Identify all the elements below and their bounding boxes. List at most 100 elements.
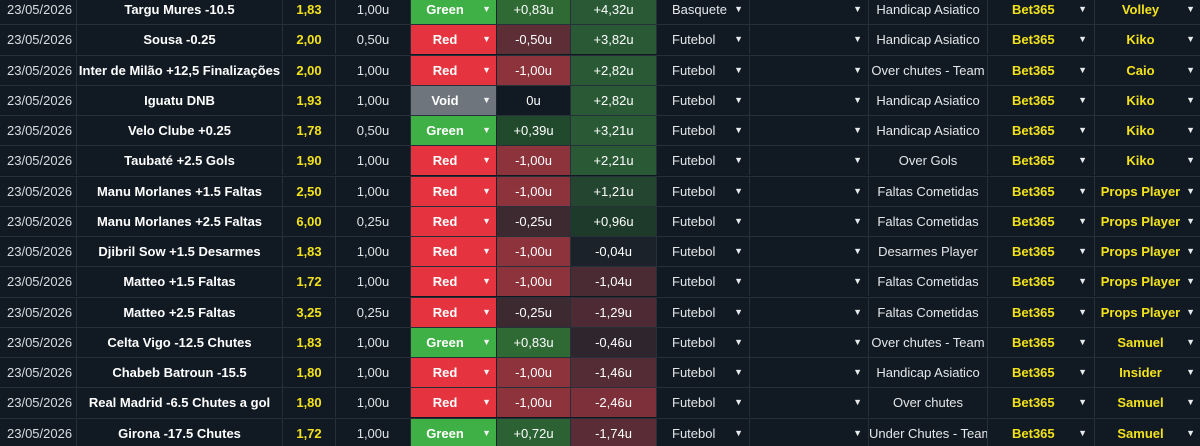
odds-cell[interactable]: 1,83 <box>283 0 336 24</box>
stake-cell[interactable]: 0,25u <box>336 206 411 236</box>
stake-cell[interactable]: 1,00u <box>336 327 411 357</box>
bookmaker-dropdown[interactable]: Bet365 ▼ <box>988 116 1095 145</box>
chevron-down-icon[interactable]: ▼ <box>1186 419 1195 446</box>
chevron-down-icon[interactable]: ▼ <box>482 328 491 357</box>
date-cell[interactable]: 23/05/2026 <box>0 267 77 297</box>
market-cell[interactable]: Under Chutes - Team <box>869 418 988 446</box>
odds-cell[interactable]: 2,00 <box>283 55 336 85</box>
tipster-dropdown[interactable]: Props Player ▼ <box>1095 177 1200 206</box>
chevron-down-icon[interactable]: ▼ <box>853 0 862 24</box>
bookmaker-dropdown[interactable]: Bet365 ▼ <box>988 146 1095 176</box>
tipster-dropdown[interactable]: Samuel ▼ <box>1095 328 1200 357</box>
bookmaker-dropdown[interactable]: Bet365 ▼ <box>988 388 1095 418</box>
tipster-dropdown[interactable]: Kiko ▼ <box>1095 116 1200 145</box>
chevron-down-icon[interactable]: ▼ <box>482 267 491 296</box>
stake-cell[interactable]: 0,50u <box>336 116 411 145</box>
chevron-down-icon[interactable]: ▼ <box>853 267 862 296</box>
chevron-down-icon[interactable]: ▼ <box>482 237 491 266</box>
tipster-dropdown[interactable]: Kiko ▼ <box>1095 25 1200 54</box>
event-cell[interactable]: Targu Mures -10.5 <box>77 0 283 24</box>
chevron-down-icon[interactable]: ▼ <box>734 328 743 357</box>
chevron-down-icon[interactable]: ▼ <box>1078 56 1087 85</box>
sport-dropdown[interactable]: Futebol ▼ <box>657 237 750 266</box>
sport-dropdown[interactable]: Futebol ▼ <box>657 206 750 236</box>
blank-dropdown[interactable]: ▼ <box>750 388 869 418</box>
result-dropdown[interactable]: Red ▼ <box>411 358 497 387</box>
odds-cell[interactable]: 1,80 <box>283 388 336 418</box>
blank-dropdown[interactable]: ▼ <box>750 146 869 176</box>
bookmaker-dropdown[interactable]: Bet365 ▼ <box>988 358 1095 387</box>
chevron-down-icon[interactable]: ▼ <box>482 86 491 115</box>
chevron-down-icon[interactable]: ▼ <box>1186 207 1195 236</box>
stake-cell[interactable]: 1,00u <box>336 55 411 85</box>
sport-dropdown[interactable]: Futebol ▼ <box>657 358 750 387</box>
event-cell[interactable]: Manu Morlanes +2.5 Faltas <box>77 206 283 236</box>
chevron-down-icon[interactable]: ▼ <box>1186 388 1195 417</box>
market-cell[interactable]: Over chutes - Team <box>869 55 988 85</box>
market-cell[interactable]: Handicap Asiatico <box>869 358 988 387</box>
chevron-down-icon[interactable]: ▼ <box>734 207 743 236</box>
event-cell[interactable]: Chabeb Batroun -15.5 <box>77 358 283 387</box>
date-cell[interactable]: 23/05/2026 <box>0 55 77 85</box>
chevron-down-icon[interactable]: ▼ <box>734 56 743 85</box>
chevron-down-icon[interactable]: ▼ <box>482 25 491 54</box>
market-cell[interactable]: Faltas Cometidas <box>869 176 988 206</box>
stake-cell[interactable]: 1,00u <box>336 358 411 387</box>
chevron-down-icon[interactable]: ▼ <box>734 237 743 266</box>
result-dropdown[interactable]: Green ▼ <box>411 418 497 446</box>
chevron-down-icon[interactable]: ▼ <box>853 419 862 446</box>
bookmaker-dropdown[interactable]: Bet365 ▼ <box>988 297 1095 327</box>
market-cell[interactable]: Faltas Cometidas <box>869 267 988 297</box>
blank-dropdown[interactable]: ▼ <box>750 0 869 24</box>
date-cell[interactable]: 23/05/2026 <box>0 237 77 266</box>
event-cell[interactable]: Manu Morlanes +1.5 Faltas <box>77 176 283 206</box>
result-dropdown[interactable]: Red ▼ <box>411 146 497 176</box>
bookmaker-dropdown[interactable]: Bet365 ▼ <box>988 55 1095 85</box>
event-cell[interactable]: Djibril Sow +1.5 Desarmes <box>77 237 283 266</box>
stake-cell[interactable]: 1,00u <box>336 418 411 446</box>
stake-cell[interactable]: 0,50u <box>336 25 411 55</box>
odds-cell[interactable]: 1,78 <box>283 116 336 145</box>
bookmaker-dropdown[interactable]: Bet365 ▼ <box>988 176 1095 206</box>
blank-dropdown[interactable]: ▼ <box>750 25 869 55</box>
sport-dropdown[interactable]: Futebol ▼ <box>657 146 750 176</box>
market-cell[interactable]: Over chutes - Team <box>869 327 988 357</box>
event-cell[interactable]: Iguatu DNB <box>77 85 283 115</box>
date-cell[interactable]: 23/05/2026 <box>0 297 77 327</box>
result-dropdown[interactable]: Red ▼ <box>411 388 497 418</box>
odds-cell[interactable]: 6,00 <box>283 206 336 236</box>
chevron-down-icon[interactable]: ▼ <box>1186 237 1195 266</box>
market-cell[interactable]: Desarmes Player <box>869 237 988 266</box>
chevron-down-icon[interactable]: ▼ <box>853 86 862 115</box>
market-cell[interactable]: Handicap Asiatico <box>869 0 988 24</box>
chevron-down-icon[interactable]: ▼ <box>1078 25 1087 54</box>
date-cell[interactable]: 23/05/2026 <box>0 327 77 357</box>
chevron-down-icon[interactable]: ▼ <box>853 25 862 54</box>
stake-cell[interactable]: 1,00u <box>336 146 411 176</box>
date-cell[interactable]: 23/05/2026 <box>0 206 77 236</box>
chevron-down-icon[interactable]: ▼ <box>482 358 491 387</box>
chevron-down-icon[interactable]: ▼ <box>482 177 491 206</box>
chevron-down-icon[interactable]: ▼ <box>734 298 743 327</box>
odds-cell[interactable]: 1,90 <box>283 146 336 176</box>
stake-cell[interactable]: 0,25u <box>336 297 411 327</box>
odds-cell[interactable]: 1,83 <box>283 327 336 357</box>
bookmaker-dropdown[interactable]: Bet365 ▼ <box>988 0 1095 24</box>
bookmaker-dropdown[interactable]: Bet365 ▼ <box>988 85 1095 115</box>
chevron-down-icon[interactable]: ▼ <box>853 388 862 417</box>
chevron-down-icon[interactable]: ▼ <box>1078 328 1087 357</box>
date-cell[interactable]: 23/05/2026 <box>0 146 77 176</box>
chevron-down-icon[interactable]: ▼ <box>1186 328 1195 357</box>
chevron-down-icon[interactable]: ▼ <box>734 25 743 54</box>
chevron-down-icon[interactable]: ▼ <box>482 116 491 145</box>
chevron-down-icon[interactable]: ▼ <box>1186 86 1195 115</box>
chevron-down-icon[interactable]: ▼ <box>734 86 743 115</box>
result-dropdown[interactable]: Red ▼ <box>411 25 497 55</box>
chevron-down-icon[interactable]: ▼ <box>734 388 743 417</box>
blank-dropdown[interactable]: ▼ <box>750 418 869 446</box>
sport-dropdown[interactable]: Futebol ▼ <box>657 176 750 206</box>
chevron-down-icon[interactable]: ▼ <box>482 146 491 175</box>
chevron-down-icon[interactable]: ▼ <box>734 267 743 296</box>
blank-dropdown[interactable]: ▼ <box>750 85 869 115</box>
event-cell[interactable]: Velo Clube +0.25 <box>77 116 283 145</box>
